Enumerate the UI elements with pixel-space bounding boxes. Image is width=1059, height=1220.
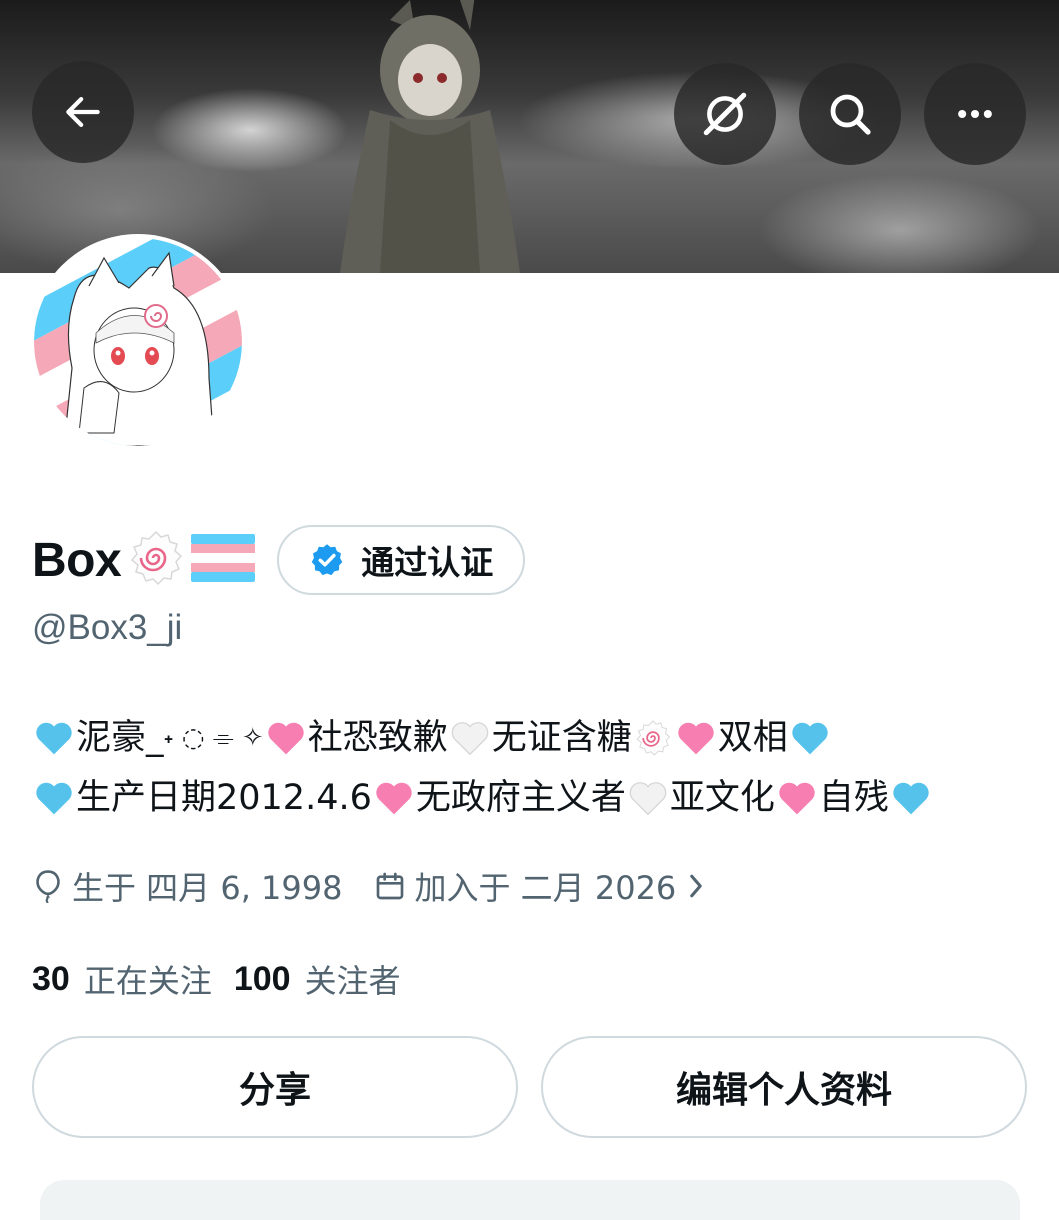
grok-icon bbox=[703, 92, 747, 136]
pink-heart-icon bbox=[678, 722, 714, 755]
white-heart-icon bbox=[451, 722, 488, 756]
pink-heart-icon bbox=[376, 782, 412, 815]
profile-banner[interactable] bbox=[0, 0, 1059, 273]
search-icon bbox=[830, 94, 871, 135]
narutomaki-emoji-icon bbox=[636, 720, 670, 756]
grok-button[interactable] bbox=[674, 63, 776, 165]
banner-character-illustration bbox=[340, 0, 520, 273]
birth-date-text: 生于 四月 6, 1998 bbox=[72, 869, 343, 907]
pink-heart-icon bbox=[779, 782, 815, 815]
white-heart-icon bbox=[629, 782, 667, 816]
birth-date: 生于 四月 6, 1998 bbox=[32, 863, 343, 909]
balloon-icon bbox=[36, 870, 60, 903]
more-icon bbox=[958, 109, 992, 119]
followers-label: 关注者 bbox=[304, 962, 401, 1000]
transgender-flag-emoji-icon bbox=[191, 534, 256, 586]
display-name: Box bbox=[32, 533, 122, 587]
edit-profile-button[interactable]: 编辑个人资料 bbox=[541, 1036, 1027, 1138]
avatar[interactable] bbox=[30, 234, 246, 450]
calendar-icon bbox=[376, 872, 403, 900]
bio-text: 自残 bbox=[818, 778, 889, 818]
chevron-right-icon bbox=[690, 874, 703, 898]
light-blue-heart-icon bbox=[893, 782, 929, 815]
profile-meta: 生于 四月 6, 1998 加入于 二月 2026 bbox=[32, 862, 714, 910]
narutomaki-emoji-icon bbox=[127, 529, 185, 591]
followers-link[interactable]: 100 关注者 bbox=[234, 956, 401, 1002]
following-label: 正在关注 bbox=[83, 962, 212, 1000]
user-handle: @Box3_ji bbox=[32, 608, 183, 647]
following-link[interactable]: 30 正在关注 bbox=[32, 956, 212, 1002]
bio-text: 双相 bbox=[717, 718, 788, 758]
joined-date-text: 加入于 二月 2026 bbox=[414, 869, 677, 907]
bio-text: 泥豪_ bbox=[76, 718, 164, 758]
share-button[interactable]: 分享 bbox=[32, 1036, 518, 1138]
verified-pill-button[interactable]: 通过认证 bbox=[277, 525, 526, 595]
verified-label: 通过认证 bbox=[361, 543, 494, 582]
bio-text: 无政府主义者 bbox=[415, 778, 626, 818]
bio-text: 社恐致歉 bbox=[307, 718, 448, 758]
bio-text: 亚文化 bbox=[669, 778, 775, 818]
verified-badge-icon bbox=[311, 544, 343, 576]
pink-heart-icon bbox=[268, 722, 304, 755]
followers-count: 100 bbox=[233, 959, 291, 998]
light-blue-heart-icon bbox=[36, 782, 72, 815]
bio-text: 无证含糖 bbox=[491, 718, 632, 758]
avatar-image bbox=[34, 238, 242, 446]
bio-line-2: 生产日期2012.4.6 无政府主义者 亚文化 自残 bbox=[32, 768, 1032, 828]
name-row: Box 通过认证 bbox=[32, 524, 526, 596]
following-count: 30 bbox=[32, 959, 70, 998]
bio-line-1: 泥豪_ ˖ ◌ ⌯ ✧ 社恐致歉 无证含糖 双相 bbox=[32, 708, 1032, 768]
bio: 泥豪_ ˖ ◌ ⌯ ✧ 社恐致歉 无证含糖 双相 生产日期2012.4.6 无政… bbox=[32, 708, 1032, 828]
search-button[interactable] bbox=[799, 63, 901, 165]
light-blue-heart-icon bbox=[792, 722, 828, 755]
more-options-button[interactable] bbox=[924, 63, 1026, 165]
follow-counts: 30 正在关注 100 关注者 bbox=[32, 954, 401, 1004]
arrow-left-icon bbox=[66, 97, 100, 127]
next-section-card bbox=[40, 1180, 1020, 1220]
avatar-illustration bbox=[34, 238, 242, 446]
back-button[interactable] bbox=[32, 61, 134, 163]
bio-text: 生产日期2012.4.6 bbox=[76, 778, 372, 818]
joined-date[interactable]: 加入于 二月 2026 bbox=[373, 863, 715, 909]
bio-text: ˖ ◌ ⌯ ✧ bbox=[163, 723, 264, 753]
light-blue-heart-icon bbox=[36, 722, 72, 755]
